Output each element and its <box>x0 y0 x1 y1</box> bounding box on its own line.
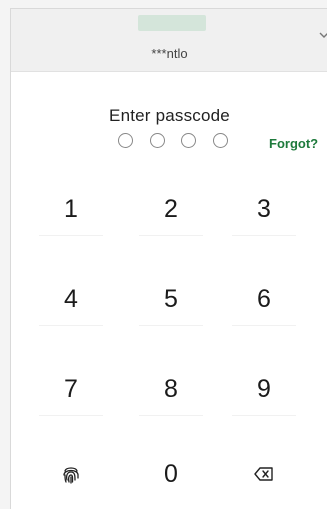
key-label: 5 <box>164 284 178 313</box>
key-label: 3 <box>257 194 271 223</box>
passcode-title: Enter passcode <box>109 106 230 125</box>
key-label: 4 <box>64 284 78 313</box>
key-label: 7 <box>64 374 78 403</box>
passcode-dot <box>212 133 228 148</box>
passcode-dots <box>118 133 228 153</box>
key-7[interactable]: 7 <box>31 354 111 424</box>
key-1[interactable]: 1 <box>31 174 111 244</box>
backspace-icon <box>254 467 273 481</box>
key-label: 8 <box>164 374 178 403</box>
key-3[interactable]: 3 <box>224 174 304 244</box>
passcode-dot <box>181 133 197 148</box>
chevron-down-icon[interactable] <box>318 29 327 41</box>
account-name: ***ntlo <box>151 46 188 61</box>
key-8[interactable]: 8 <box>131 354 211 424</box>
key-label: 2 <box>164 194 178 223</box>
key-0[interactable]: 0 <box>131 439 211 509</box>
key-6[interactable]: 6 <box>224 264 304 334</box>
forgot-passcode-link[interactable]: Forgot? <box>269 136 318 151</box>
fingerprint-button[interactable] <box>31 439 111 509</box>
key-9[interactable]: 9 <box>224 354 304 424</box>
key-2[interactable]: 2 <box>131 174 211 244</box>
key-label: 0 <box>164 459 178 488</box>
key-label: 6 <box>257 284 271 313</box>
delete-button[interactable] <box>224 439 304 509</box>
fingerprint-icon <box>63 467 79 484</box>
account-header[interactable]: ***ntlo <box>11 9 327 72</box>
passcode-screen: ***ntlo Enter passcode Forgot? 1 2 3 4 5… <box>10 8 327 509</box>
key-label: 9 <box>257 374 271 403</box>
passcode-dot <box>149 133 165 148</box>
redacted-account-avatar <box>138 15 206 31</box>
key-4[interactable]: 4 <box>31 264 111 334</box>
key-label: 1 <box>64 194 78 223</box>
key-5[interactable]: 5 <box>131 264 211 334</box>
passcode-dot <box>118 133 133 148</box>
